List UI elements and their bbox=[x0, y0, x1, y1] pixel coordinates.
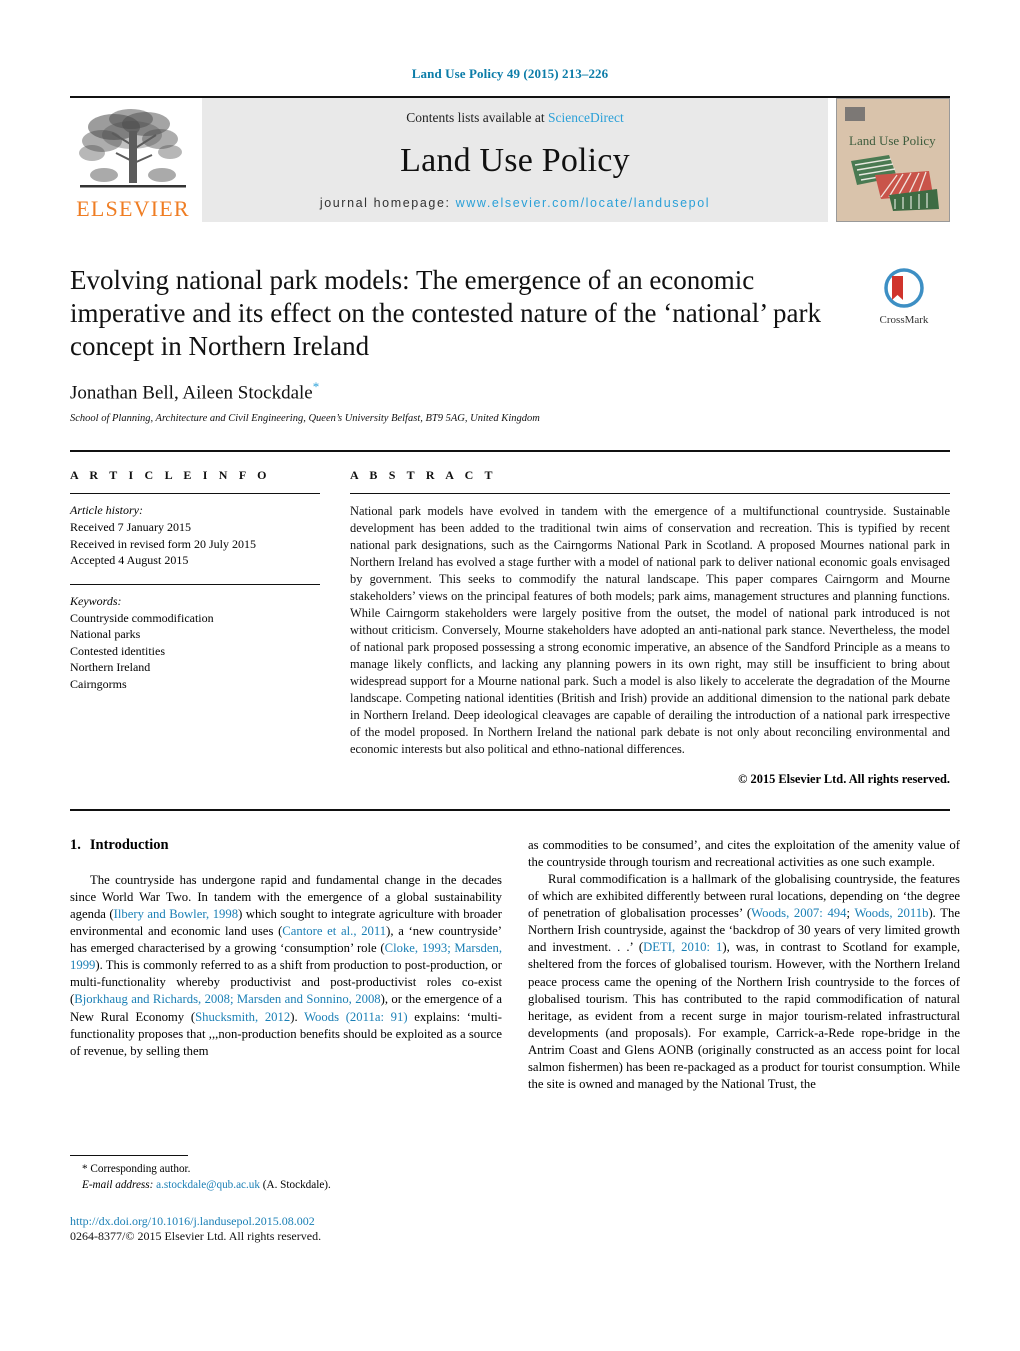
citation-link[interactable]: Woods (2011a: 91) bbox=[304, 1010, 408, 1024]
footnote-area: * Corresponding author. E-mail address: … bbox=[70, 1155, 502, 1194]
corresponding-author-marker: * bbox=[312, 378, 320, 394]
footer-block: http://dx.doi.org/10.1016/j.landusepol.2… bbox=[70, 1214, 570, 1244]
body-area: 1. Introduction The countryside has under… bbox=[70, 837, 960, 1093]
article-history-item: Received 7 January 2015 bbox=[70, 520, 191, 535]
author-list: Jonathan Bell, Aileen Stockdale* bbox=[70, 379, 950, 404]
keyword-item: Countryside commodification bbox=[70, 610, 214, 625]
text-run: ). bbox=[290, 1009, 305, 1024]
crossmark-icon bbox=[884, 268, 924, 308]
citation-link[interactable]: Ilbery and Bowler, 1998 bbox=[114, 907, 238, 921]
citation-link[interactable]: DETI, 2010: 1 bbox=[643, 940, 722, 954]
section-number: 1. bbox=[70, 836, 81, 853]
paragraph-intro-1-continued: as commodities to be consumed’, and cite… bbox=[528, 837, 960, 869]
section-heading: 1. Introduction bbox=[70, 837, 502, 854]
article-info-rule bbox=[70, 493, 320, 495]
left-column: 1. Introduction The countryside has under… bbox=[70, 837, 502, 1093]
abstract-copyright: © 2015 Elsevier Ltd. All rights reserved… bbox=[738, 771, 950, 786]
sciencedirect-link[interactable]: ScienceDirect bbox=[548, 110, 624, 125]
crossmark-label: CrossMark bbox=[879, 314, 929, 326]
two-column-layout: 1. Introduction The countryside has under… bbox=[70, 837, 960, 1093]
homepage-prefix: journal homepage: bbox=[319, 196, 456, 210]
right-column: as commodities to be consumed’, and cite… bbox=[528, 837, 960, 1093]
abstract-rule bbox=[350, 493, 950, 495]
issn-copyright-line: 0264-8377/© 2015 Elsevier Ltd. All right… bbox=[70, 1229, 322, 1243]
article-history-title: Article history: bbox=[70, 503, 143, 518]
keywords-block: Keywords: Countryside commodification Na… bbox=[70, 583, 320, 693]
email-link[interactable]: a.stockdale@qub.ac.uk bbox=[156, 1179, 260, 1191]
keyword-item: National parks bbox=[70, 627, 141, 642]
journal-cover-thumbnail: Land Use Policy bbox=[836, 98, 950, 222]
keyword-item: Northern Ireland bbox=[70, 660, 151, 675]
title-block: Evolving national park models: The emerg… bbox=[70, 264, 950, 424]
keyword-item: Cairngorms bbox=[70, 676, 127, 691]
elsevier-wordmark: ELSEVIER bbox=[76, 196, 190, 221]
keyword-item: Contested identities bbox=[70, 643, 165, 658]
journal-masthead: ELSEVIER Contents lists available at Sci… bbox=[70, 96, 950, 222]
citation-link[interactable]: Shucksmith, 2012 bbox=[195, 1010, 290, 1024]
crossmark-badge[interactable]: CrossMark bbox=[858, 268, 950, 326]
info-abstract-section: A R T I C L E I N F O Article history: R… bbox=[70, 450, 950, 787]
email-note: E-mail address: a.stockdale@qub.ac.uk (A… bbox=[70, 1178, 502, 1194]
footnote-rule bbox=[70, 1155, 188, 1156]
abstract-column: A B S T R A C T National park models hav… bbox=[350, 468, 950, 787]
abstract-text: National park models have evolved in tan… bbox=[350, 504, 950, 756]
article-info-column: A R T I C L E I N F O Article history: R… bbox=[70, 468, 350, 787]
elsevier-logo: ELSEVIER bbox=[70, 98, 196, 222]
elsevier-tree-icon bbox=[79, 109, 186, 188]
section-title: Introduction bbox=[89, 836, 169, 853]
masthead-center: Contents lists available at ScienceDirec… bbox=[202, 98, 828, 222]
text-run: ), was, in contrast to Scotland for exam… bbox=[528, 940, 960, 1091]
article-info-heading: A R T I C L E I N F O bbox=[70, 468, 271, 483]
contents-list-line: Contents lists available at ScienceDirec… bbox=[406, 110, 623, 126]
svg-text:Land Use Policy: Land Use Policy bbox=[849, 133, 936, 148]
citation-link[interactable]: Bjorkhaug and Richards, 2008; Marsden an… bbox=[74, 992, 380, 1006]
email-label: E-mail address: bbox=[82, 1178, 154, 1191]
journal-homepage-line: journal homepage: www.elsevier.com/locat… bbox=[320, 196, 710, 210]
abstract-heading: A B S T R A C T bbox=[350, 468, 497, 483]
citation-link[interactable]: Woods, 2007: 494 bbox=[751, 906, 846, 920]
paragraph-intro-1: The countryside has undergone rapid and … bbox=[70, 872, 502, 1060]
article-history-item: Accepted 4 August 2015 bbox=[70, 553, 189, 568]
email-suffix: (A. Stockdale). bbox=[262, 1178, 331, 1191]
homepage-url[interactable]: www.elsevier.com/locate/landusepol bbox=[456, 196, 711, 210]
running-head: Land Use Policy 49 (2015) 213–226 bbox=[411, 66, 609, 81]
doi-link[interactable]: http://dx.doi.org/10.1016/j.landusepol.2… bbox=[70, 1214, 570, 1229]
citation-link[interactable]: Cantore et al., 2011 bbox=[282, 924, 386, 938]
abstract-bottom-rule bbox=[70, 808, 950, 811]
keywords-title: Keywords: bbox=[70, 593, 122, 608]
contents-prefix: Contents lists available at bbox=[406, 110, 548, 125]
page-title: Evolving national park models: The emerg… bbox=[70, 265, 821, 361]
citation-link[interactable]: Woods, 2011b bbox=[854, 906, 928, 920]
journal-title: Land Use Policy bbox=[400, 142, 630, 179]
affiliation: School of Planning, Architecture and Civ… bbox=[70, 413, 540, 425]
author-names: Jonathan Bell, Aileen Stockdale bbox=[70, 382, 313, 404]
corresponding-author-note: * Corresponding author. bbox=[82, 1163, 191, 1175]
keywords-rule bbox=[70, 583, 320, 585]
journal-cover-art: Land Use Policy bbox=[837, 99, 947, 221]
paragraph-intro-2: Rural commodification is a hallmark of t… bbox=[528, 871, 960, 1093]
paper-page: Land Use Policy 49 (2015) 213–226 ELSEVI… bbox=[0, 0, 1020, 1351]
article-history-item: Received in revised form 20 July 2015 bbox=[70, 536, 256, 551]
